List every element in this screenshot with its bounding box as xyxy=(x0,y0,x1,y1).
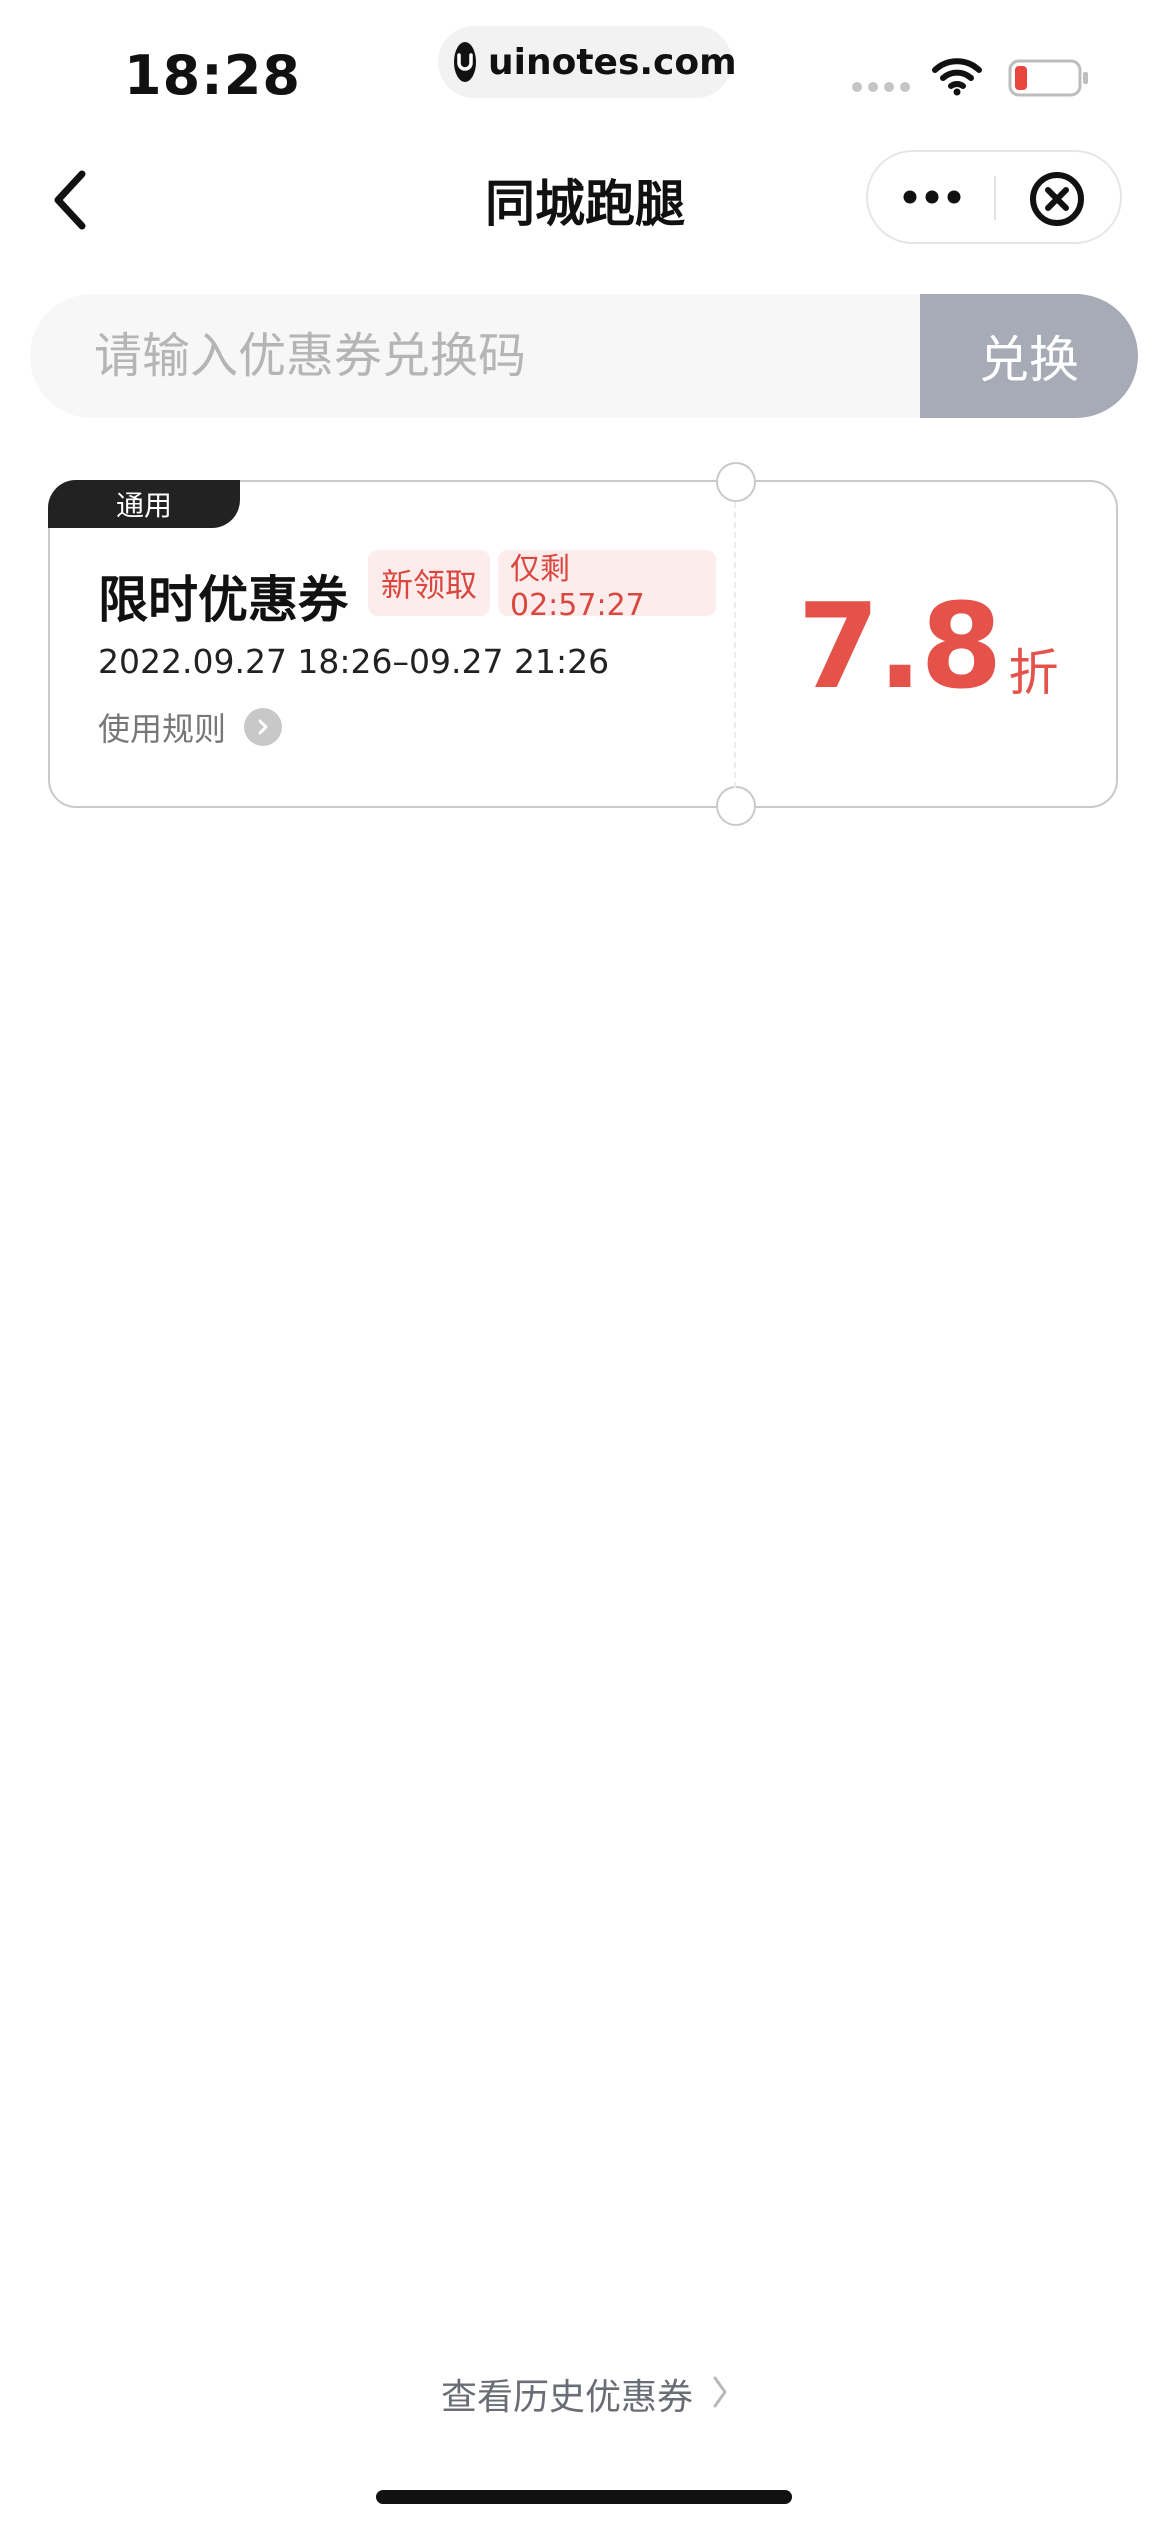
chevron-right-circle-icon xyxy=(244,708,283,746)
url-pill: uinotes.com xyxy=(438,26,737,98)
capsule-divider xyxy=(994,176,996,220)
discount-value: 7.8 xyxy=(797,577,1002,715)
more-dots-icon xyxy=(903,190,961,204)
coupon-title: 限时优惠券 xyxy=(98,571,348,629)
home-indicator xyxy=(376,2490,792,2504)
coupon-code-input[interactable] xyxy=(30,294,920,418)
coupon-card[interactable]: 通用 限时优惠券 新领取 仅剩02:57:27 2022.09.27 18:26… xyxy=(48,462,1120,826)
status-time: 18:28 xyxy=(124,44,301,107)
usage-rules-label: 使用规则 xyxy=(98,710,227,748)
new-badge: 新领取 xyxy=(368,550,490,616)
cellular-signal-icon xyxy=(852,82,910,92)
coupon-discount: 7.8 折 xyxy=(736,482,1120,810)
redeem-bar: 兑换 xyxy=(30,294,1138,418)
usage-rules-link[interactable]: 使用规则 xyxy=(98,704,283,750)
history-coupons-label: 查看历史优惠券 xyxy=(440,2377,693,2418)
close-button[interactable] xyxy=(1028,170,1086,228)
mini-program-capsule xyxy=(866,150,1122,244)
chevron-right-icon xyxy=(711,2374,729,2414)
url-text: uinotes.com xyxy=(488,41,737,83)
discount-unit: 折 xyxy=(1008,644,1059,702)
more-button[interactable] xyxy=(902,182,962,212)
battery-icon xyxy=(1008,58,1092,102)
redeem-button[interactable]: 兑换 xyxy=(920,294,1138,418)
history-coupons-link[interactable]: 查看历史优惠券 xyxy=(0,2368,1170,2420)
coupon-scope-tag: 通用 xyxy=(48,480,240,528)
coupon-valid-period: 2022.09.27 18:26–09.27 21:26 xyxy=(98,642,610,681)
wifi-icon xyxy=(932,56,982,100)
site-logo-icon xyxy=(454,42,476,82)
close-circle-icon xyxy=(1030,172,1084,226)
countdown-badge: 仅剩02:57:27 xyxy=(498,550,716,623)
